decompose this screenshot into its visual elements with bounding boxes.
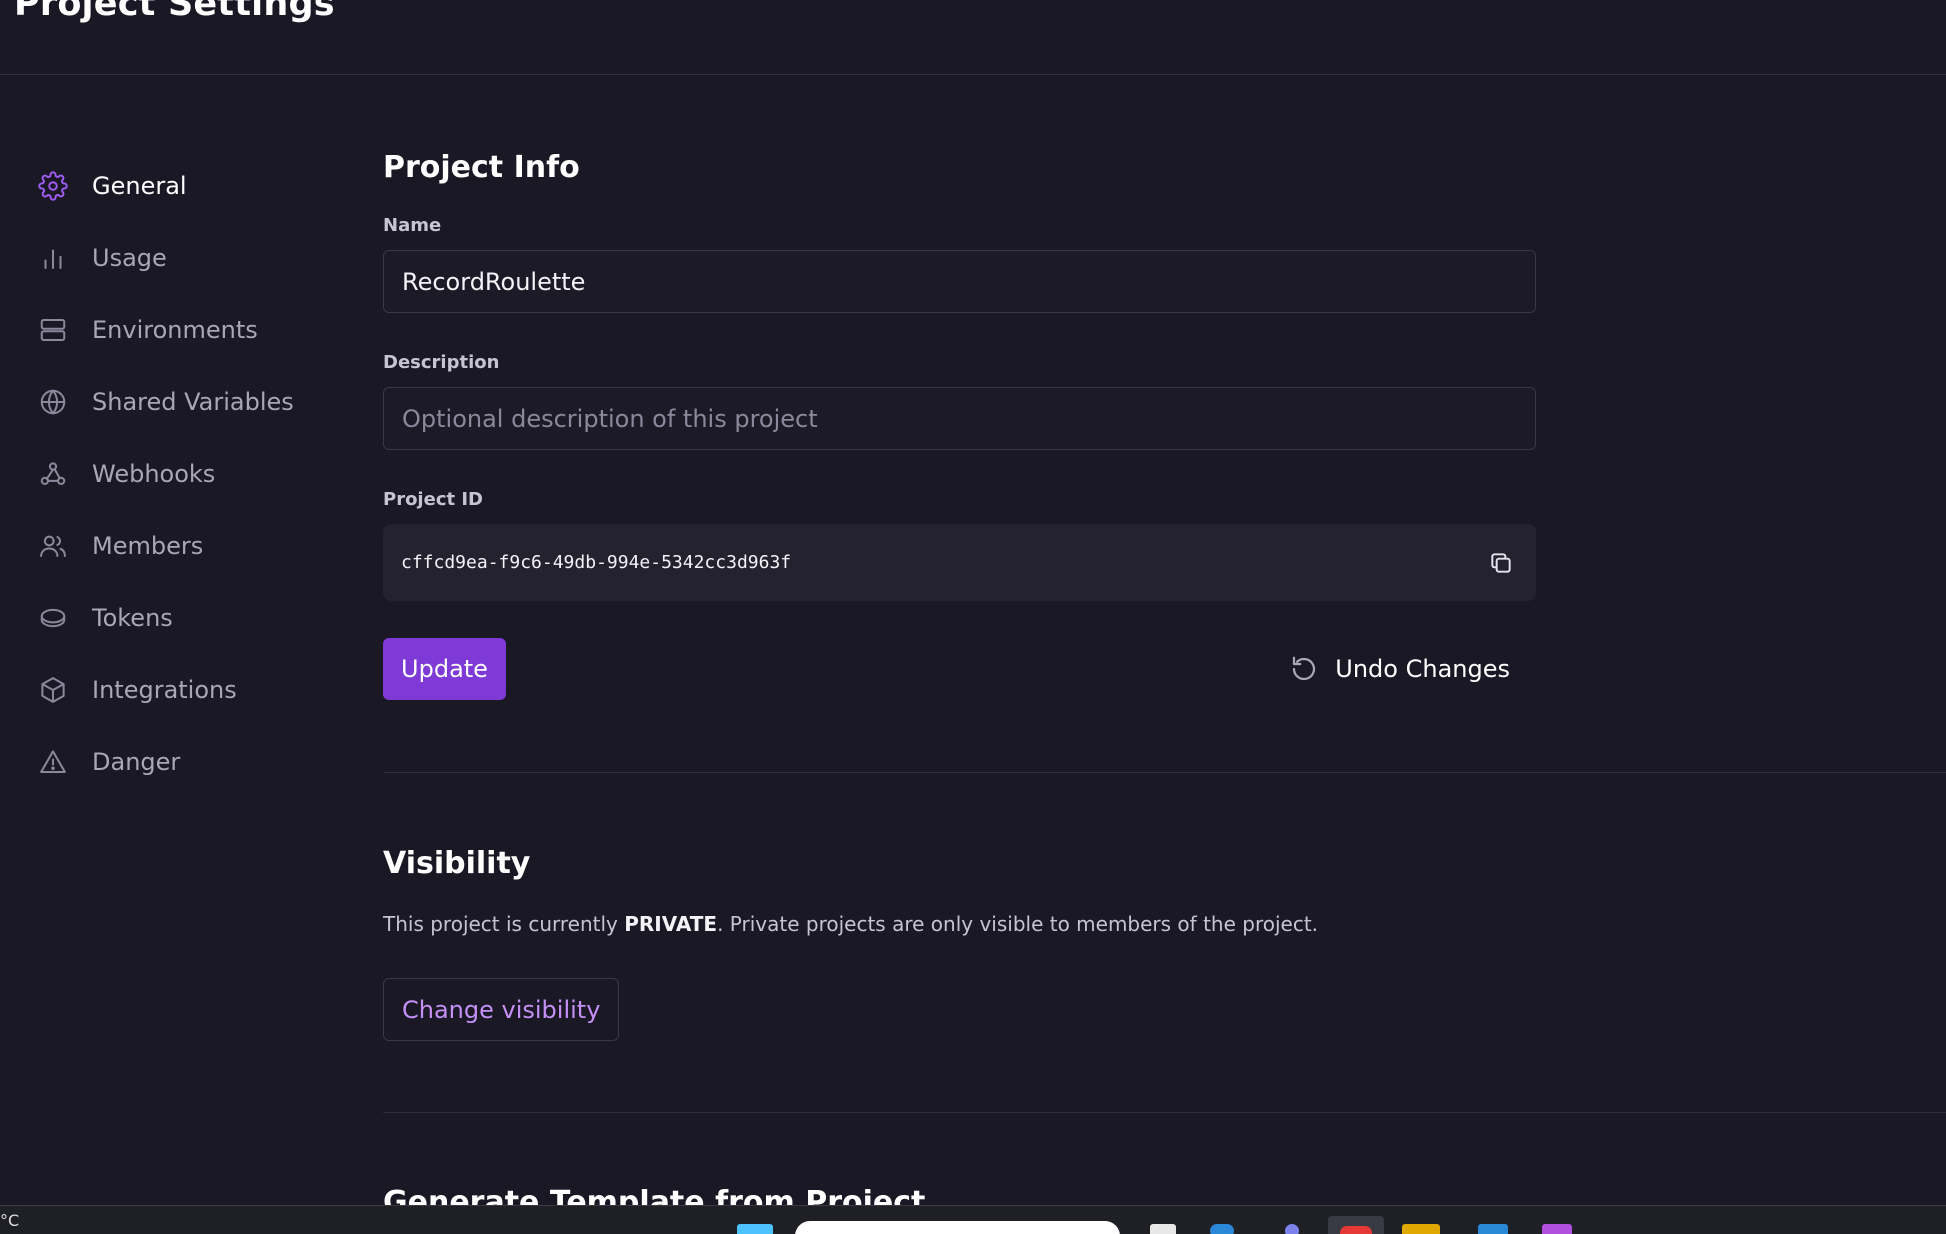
undo-changes-label: Undo Changes	[1335, 655, 1510, 683]
coin-icon	[38, 603, 68, 633]
sidebar-item-environments[interactable]: Environments	[38, 294, 358, 366]
sidebar-item-label: Usage	[92, 244, 167, 272]
name-input[interactable]	[383, 250, 1536, 313]
sidebar-item-shared-variables[interactable]: Shared Variables	[38, 366, 358, 438]
sidebar-item-label: Webhooks	[92, 460, 216, 488]
project-id-field-group: Project ID cffcd9ea-f9c6-49db-994e-5342c…	[383, 489, 1536, 601]
sidebar-item-members[interactable]: Members	[38, 510, 358, 582]
description-field-group: Description	[383, 352, 1536, 450]
update-button[interactable]: Update	[383, 638, 506, 700]
cube-icon	[38, 675, 68, 705]
sidebar-item-label: Shared Variables	[92, 388, 294, 416]
users-icon	[38, 531, 68, 561]
project-id-label: Project ID	[383, 489, 483, 510]
warning-icon	[38, 747, 68, 777]
sidebar-item-webhooks[interactable]: Webhooks	[38, 438, 358, 510]
name-label: Name	[383, 215, 442, 236]
sidebar-item-label: Integrations	[92, 676, 237, 704]
sidebar-item-label: Danger	[92, 748, 181, 776]
description-input[interactable]	[383, 387, 1536, 450]
webhook-icon	[38, 459, 68, 489]
gear-icon	[38, 171, 68, 201]
sidebar-item-label: Environments	[92, 316, 258, 344]
sidebar-item-usage[interactable]: Usage	[38, 222, 358, 294]
weather-temperature: °C	[0, 1211, 20, 1230]
project-info-title: Project Info	[383, 150, 580, 185]
sidebar: General Usage Environments Shared Variab…	[38, 150, 358, 798]
main-content: Project Info Name Description Project ID…	[383, 150, 1946, 1220]
sidebar-item-label: Members	[92, 532, 204, 560]
bar-chart-icon	[38, 243, 68, 273]
project-id-value: cffcd9ea-f9c6-49db-994e-5342cc3d963f	[401, 552, 792, 573]
sidebar-item-label: General	[92, 172, 187, 200]
sidebar-item-integrations[interactable]: Integrations	[38, 654, 358, 726]
change-visibility-button[interactable]: Change visibility	[383, 978, 620, 1041]
section-divider	[383, 1112, 1946, 1113]
project-id-box: cffcd9ea-f9c6-49db-994e-5342cc3d963f	[383, 524, 1536, 601]
taskbar-search[interactable]	[795, 1221, 1120, 1234]
visibility-status: PRIVATE	[624, 912, 718, 936]
name-field-group: Name	[383, 215, 1536, 313]
sidebar-item-label: Tokens	[92, 604, 173, 632]
page-title: Project Settings	[14, 0, 335, 24]
server-icon	[38, 315, 68, 345]
visibility-description: This project is currently PRIVATE. Priva…	[383, 912, 1318, 936]
visibility-title: Visibility	[383, 846, 531, 881]
undo-icon	[1293, 656, 1316, 681]
header-divider	[0, 74, 1946, 75]
visibility-text-after: . Private projects are only visible to m…	[717, 912, 1319, 936]
copy-icon[interactable]	[1484, 546, 1518, 580]
globe-icon	[38, 387, 68, 417]
visibility-text-before: This project is currently	[383, 912, 625, 936]
description-label: Description	[383, 352, 500, 373]
sidebar-item-tokens[interactable]: Tokens	[38, 582, 358, 654]
os-taskbar: °C	[0, 1205, 1946, 1234]
sidebar-item-general[interactable]: General	[38, 150, 358, 222]
sidebar-item-danger[interactable]: Danger	[38, 726, 358, 798]
undo-changes-button[interactable]: Undo Changes	[1283, 638, 1516, 700]
section-divider	[383, 772, 1946, 773]
